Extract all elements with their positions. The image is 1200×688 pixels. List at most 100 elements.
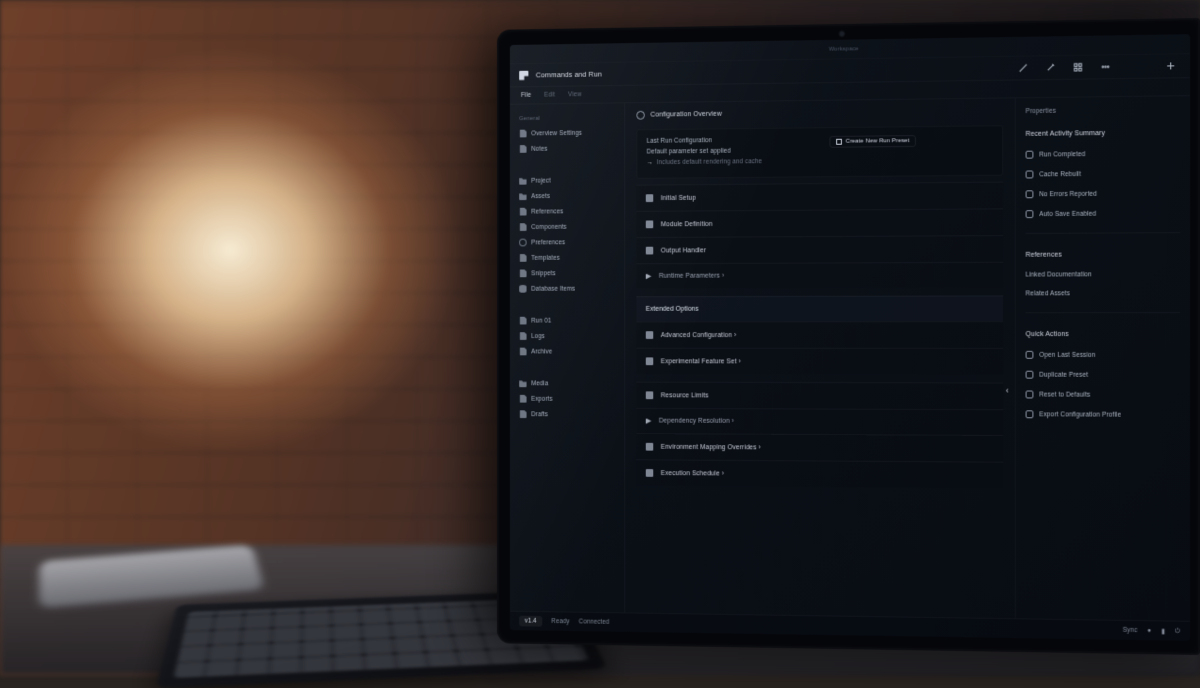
square-icon — [1026, 371, 1034, 379]
status-dot-icon[interactable]: ● — [1147, 627, 1151, 634]
sidebar-item[interactable]: Exports — [515, 392, 620, 406]
status-item[interactable]: Ready — [551, 618, 569, 625]
sidebar-item[interactable]: Database Items — [515, 282, 620, 296]
panel-line: Default parameter set applied — [647, 147, 807, 155]
file-icon — [519, 130, 526, 138]
divider — [1026, 312, 1181, 313]
checkbox-icon — [1026, 170, 1034, 178]
sidebar-item[interactable]: Assets — [515, 189, 620, 203]
right-panel-heading: Recent Activity Summary — [1026, 129, 1181, 138]
status-power-icon[interactable]: ⏻ — [1175, 627, 1180, 635]
bullet-icon — [646, 443, 654, 451]
sidebar-item[interactable]: Templates — [515, 251, 620, 265]
square-icon — [1026, 351, 1034, 359]
sidebar-item-label: Components — [531, 223, 566, 230]
info-icon — [636, 111, 644, 120]
sidebar-section-spacer — [515, 360, 620, 375]
sidebar-item[interactable]: Components — [515, 220, 620, 234]
list-row[interactable]: Environment Mapping Overrides › — [636, 433, 1003, 462]
tab-file[interactable]: File — [521, 92, 531, 99]
right-panel: Properties Recent Activity Summary Run C… — [1015, 96, 1190, 621]
sidebar-item-label: Templates — [531, 254, 560, 261]
right-panel-item[interactable]: Cache Rebuilt — [1026, 166, 1181, 181]
right-panel-item[interactable]: No Errors Reported — [1026, 186, 1181, 201]
folder-icon — [519, 192, 526, 200]
right-panel-item[interactable]: Reset to Defaults — [1026, 388, 1181, 402]
sidebar-item[interactable]: Logs — [515, 329, 620, 343]
right-panel-item[interactable]: Related Assets — [1026, 287, 1181, 300]
sidebar-item[interactable]: Archive — [515, 345, 620, 359]
right-panel-item-label: No Errors Reported — [1039, 190, 1097, 197]
sidebar-item[interactable]: Media — [515, 377, 620, 391]
header-action-icon[interactable] — [1160, 59, 1180, 73]
webcam-dot — [838, 30, 846, 38]
list-row[interactable]: Initial Setup — [636, 182, 1003, 211]
status-battery-icon[interactable]: ▮ — [1161, 627, 1165, 635]
bullet-icon — [646, 331, 654, 339]
right-panel-item[interactable]: Auto Save Enabled — [1026, 206, 1181, 221]
sidebar-item[interactable]: Preferences — [515, 235, 620, 249]
sidebar-item[interactable]: Run 01 — [515, 314, 620, 328]
list-row[interactable]: Resource Limits — [636, 382, 1003, 410]
list-row[interactable]: Experimental Feature Set › — [636, 348, 1003, 375]
tool-pen-icon[interactable] — [1040, 61, 1060, 75]
right-panel-heading: References — [1026, 251, 1181, 259]
create-preset-button[interactable]: Create New Run Preset — [829, 135, 916, 148]
database-icon — [519, 285, 526, 293]
right-panel-item[interactable]: Linked Documentation — [1026, 268, 1181, 281]
right-panel-item[interactable]: Duplicate Preset — [1026, 368, 1181, 382]
sidebar-item-label: References — [531, 208, 563, 215]
list-group-header[interactable]: Extended Options — [636, 295, 1003, 321]
main-header-label: Configuration Overview — [650, 111, 721, 119]
chevron-right-icon — [646, 273, 652, 279]
status-sync[interactable]: Sync — [1123, 627, 1138, 634]
bullet-icon — [646, 247, 654, 255]
status-item[interactable]: Connected — [579, 619, 609, 626]
sidebar-item-label: Media — [531, 380, 548, 387]
sidebar-item[interactable]: Project — [515, 173, 620, 187]
tool-grid-icon[interactable] — [1068, 60, 1088, 74]
list-row-label: Runtime Parameters › — [659, 273, 724, 280]
right-panel-item-label: Cache Rebuilt — [1039, 171, 1081, 178]
create-preset-label: Create New Run Preset — [846, 138, 910, 145]
square-icon — [1026, 391, 1034, 399]
sidebar-item-label: Drafts — [531, 411, 548, 418]
status-version-pill[interactable]: v1.4 — [519, 616, 542, 627]
file-icon — [519, 254, 526, 262]
divider — [1026, 232, 1181, 234]
gear-icon — [519, 239, 526, 247]
main-header: Configuration Overview — [625, 98, 1015, 125]
sidebar-item[interactable]: Notes — [515, 141, 620, 156]
checkbox-icon — [1026, 151, 1034, 159]
file-icon — [519, 348, 526, 356]
sidebar-item[interactable]: Drafts — [515, 407, 620, 421]
list-row[interactable]: Output Handler — [636, 235, 1003, 263]
tab-view[interactable]: View — [568, 91, 582, 98]
main-column: Configuration Overview Last Run Configur… — [625, 98, 1015, 618]
summary-panel: Last Run Configuration Default parameter… — [636, 125, 1003, 179]
sidebar: General Overview Settings Notes Project … — [510, 103, 625, 612]
sidebar-item[interactable]: Overview Settings — [515, 126, 620, 141]
right-panel-item[interactable]: Open Last Session — [1026, 348, 1181, 362]
right-panel-item[interactable]: Export Configuration Profile — [1026, 407, 1181, 422]
folder-icon — [519, 177, 526, 185]
right-panel-item-label: Export Configuration Profile — [1039, 411, 1121, 418]
tab-edit[interactable]: Edit — [544, 92, 555, 99]
list-row-label: Module Definition — [661, 221, 713, 228]
sidebar-item[interactable]: References — [515, 204, 620, 218]
list-row[interactable]: Dependency Resolution › — [636, 408, 1003, 435]
sidebar-section-heading: General — [515, 109, 620, 125]
list-row-label: Initial Setup — [661, 194, 696, 201]
sidebar-item[interactable]: Snippets — [515, 266, 620, 280]
right-panel-item-label: Duplicate Preset — [1039, 371, 1088, 378]
app-screen: Workspace Commands and Run File Edit Vie… — [510, 34, 1190, 641]
list-row[interactable]: Runtime Parameters › — [636, 262, 1003, 289]
list-row[interactable]: Advanced Configuration › — [636, 321, 1003, 348]
list-row-label: Resource Limits — [661, 392, 709, 399]
list-row[interactable]: Module Definition — [636, 208, 1003, 237]
right-panel-item[interactable]: Run Completed — [1026, 146, 1181, 161]
sidebar-section-spacer — [515, 297, 620, 312]
tool-edit-icon[interactable] — [1013, 61, 1033, 75]
tool-more-icon[interactable] — [1095, 60, 1115, 74]
list-row[interactable]: Execution Schedule › — [636, 459, 1003, 488]
